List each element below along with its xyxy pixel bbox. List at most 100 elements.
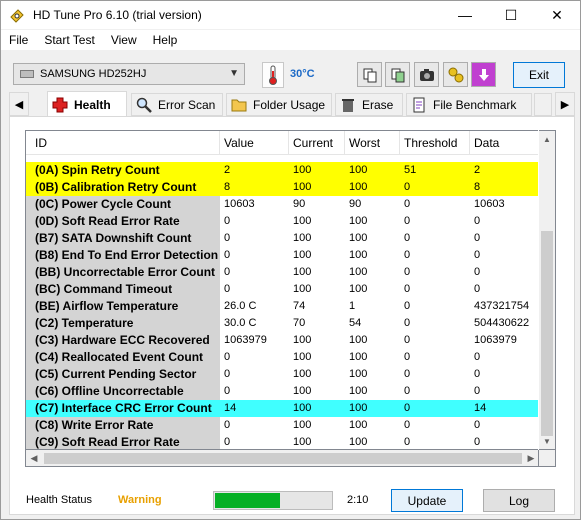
smart-attribute-table[interactable]: ID Value Current Worst Threshold Data (0…: [25, 130, 538, 450]
table-row[interactable]: (C2) Temperature 30.0 C 70 54 0 504430622: [26, 315, 538, 332]
cell-current: 100: [293, 215, 312, 227]
cell-value: 30.0 C: [224, 317, 257, 329]
cell-value: 0: [224, 351, 231, 363]
cell-worst: 100: [349, 436, 368, 448]
table-row[interactable]: (C7) Interface CRC Error Count 14 100 100 0 1…: [26, 400, 538, 417]
table-row[interactable]: (0B) Calibration Retry Count 8 100 100 0 8: [26, 179, 538, 196]
scroll-left-arrow-icon[interactable]: ◀: [26, 450, 42, 466]
cell-threshold: 0: [404, 300, 411, 312]
column-header-threshold[interactable]: Threshold: [400, 131, 470, 155]
menu-file[interactable]: File: [1, 30, 36, 50]
cell-threshold: 0: [404, 402, 411, 414]
cell-id: (0C) Power Cycle Count: [26, 196, 220, 213]
cell-id: (C6) Offline Uncorrectable: [26, 383, 220, 400]
screenshot-button[interactable]: [414, 62, 439, 87]
vertical-scrollbar[interactable]: ▲ ▼: [539, 130, 556, 450]
close-button[interactable]: ✕: [534, 1, 580, 29]
progress-bar: [213, 491, 333, 510]
scroll-right-arrow-icon[interactable]: ▶: [523, 450, 539, 466]
cell-data: 0: [474, 419, 481, 431]
table-row[interactable]: (C3) Hardware ECC Recovered 1063979 100 100…: [26, 332, 538, 349]
column-header-current[interactable]: Current: [289, 131, 345, 155]
cell-data: 0: [474, 249, 481, 261]
column-header-worst[interactable]: Worst: [345, 131, 400, 155]
tab-erase[interactable]: Erase: [335, 93, 403, 116]
cell-id: (C4) Reallocated Event Count: [26, 349, 220, 366]
table-row[interactable]: (BE) Airflow Temperature 26.0 C 74 1 0 437321…: [26, 298, 538, 315]
table-row[interactable]: (BC) Command Timeout 0 100 100 0 0: [26, 281, 538, 298]
table-row[interactable]: (0C) Power Cycle Count 10603 90 90 0 10603: [26, 196, 538, 213]
cell-value: 1063979: [224, 334, 267, 346]
cell-id: (BE) Airflow Temperature: [26, 298, 220, 315]
table-row[interactable]: (BB) Uncorrectable Error Count 0 100 100 0 0: [26, 264, 538, 281]
drive-name: SAMSUNG HD252HJ: [40, 68, 147, 80]
progress-fill: [215, 493, 280, 508]
scroll-down-arrow-icon[interactable]: ▼: [539, 433, 555, 449]
cell-current: 100: [293, 385, 312, 397]
tab-erase-label: Erase: [362, 97, 394, 112]
minimize-button[interactable]: —: [442, 1, 488, 29]
cell-value: 0: [224, 266, 231, 278]
download-arrow-icon: [478, 68, 489, 81]
horizontal-scroll-thumb[interactable]: [44, 453, 522, 464]
cell-threshold: 0: [404, 368, 411, 380]
table-row[interactable]: (0D) Soft Read Error Rate 0 100 100 0 0: [26, 213, 538, 230]
table-row[interactable]: (C9) Soft Read Error Rate 0 100 100 0 0: [26, 434, 538, 449]
tab-folder-usage[interactable]: Folder Usage: [226, 93, 332, 116]
tab-health[interactable]: Health: [47, 91, 127, 117]
tab-scroll-left-button[interactable]: ◀: [9, 92, 29, 116]
column-header-value[interactable]: Value: [220, 131, 289, 155]
vertical-scroll-thumb[interactable]: [541, 231, 553, 436]
column-header-id[interactable]: ID: [26, 131, 220, 155]
cell-current: 74: [293, 300, 306, 312]
cell-data: 2: [474, 164, 481, 176]
menu-help[interactable]: Help: [145, 30, 186, 50]
scroll-up-arrow-icon[interactable]: ▲: [539, 131, 555, 147]
cell-id: (C2) Temperature: [26, 315, 220, 332]
copy-image-icon: [391, 68, 404, 82]
copy-text-button[interactable]: [357, 62, 382, 87]
update-button[interactable]: Update: [391, 489, 463, 512]
title-bar: HD Tune Pro 6.10 (trial version) — ☐ ✕: [1, 1, 580, 29]
horizontal-scrollbar[interactable]: ◀ ▶: [25, 450, 539, 467]
chevron-down-icon: ▼: [229, 68, 239, 79]
cell-data: 1063979: [474, 334, 517, 346]
temperature-value: 30°C: [290, 68, 315, 80]
table-row[interactable]: (B7) SATA Downshift Count 0 100 100 0 0: [26, 230, 538, 247]
cell-current: 100: [293, 436, 312, 448]
table-row[interactable]: (C6) Offline Uncorrectable 0 100 100 0 0: [26, 383, 538, 400]
tab-bar: ◀ Health Error Scan Folder Usage Erase F…: [9, 91, 575, 117]
log-button[interactable]: Log: [483, 489, 555, 512]
tab-file-benchmark-label: File Benchmark: [433, 97, 517, 112]
menu-view[interactable]: View: [103, 30, 145, 50]
cell-current: 100: [293, 334, 312, 346]
save-button[interactable]: [471, 62, 496, 87]
cell-worst: 100: [349, 385, 368, 397]
cell-worst: 100: [349, 351, 368, 363]
cell-value: 10603: [224, 198, 255, 210]
tab-scroll-right-button[interactable]: ▶: [555, 92, 575, 116]
cell-data: 0: [474, 368, 481, 380]
exit-button[interactable]: Exit: [513, 62, 565, 88]
tab-overflow[interactable]: [534, 93, 552, 116]
cell-current: 100: [293, 402, 312, 414]
copy-screenshot-button[interactable]: [385, 62, 410, 87]
cell-value: 0: [224, 232, 231, 244]
maximize-button[interactable]: ☐: [488, 1, 534, 29]
cell-value: 0: [224, 249, 231, 261]
document-icon: [413, 97, 425, 112]
cell-data: 504430622: [474, 317, 530, 329]
options-button[interactable]: [443, 62, 468, 87]
table-row[interactable]: (C4) Reallocated Event Count 0 100 100 0 0: [26, 349, 538, 366]
column-header-data[interactable]: Data: [470, 131, 538, 155]
menu-start-test[interactable]: Start Test: [36, 30, 102, 50]
table-row[interactable]: (C5) Current Pending Sector 0 100 100 0 0: [26, 366, 538, 383]
table-row[interactable]: (B8) End To End Error Detection 0 100 100 0 0: [26, 247, 538, 264]
cell-value: 0: [224, 368, 231, 380]
cell-worst: 100: [349, 181, 368, 193]
table-row[interactable]: (0A) Spin Retry Count 2 100 100 51 2: [26, 162, 538, 179]
tab-file-benchmark[interactable]: File Benchmark: [406, 93, 532, 116]
drive-select[interactable]: SAMSUNG HD252HJ ▼: [13, 63, 245, 85]
tab-error-scan[interactable]: Error Scan: [131, 93, 223, 116]
table-row[interactable]: (C8) Write Error Rate 0 100 100 0 0: [26, 417, 538, 434]
